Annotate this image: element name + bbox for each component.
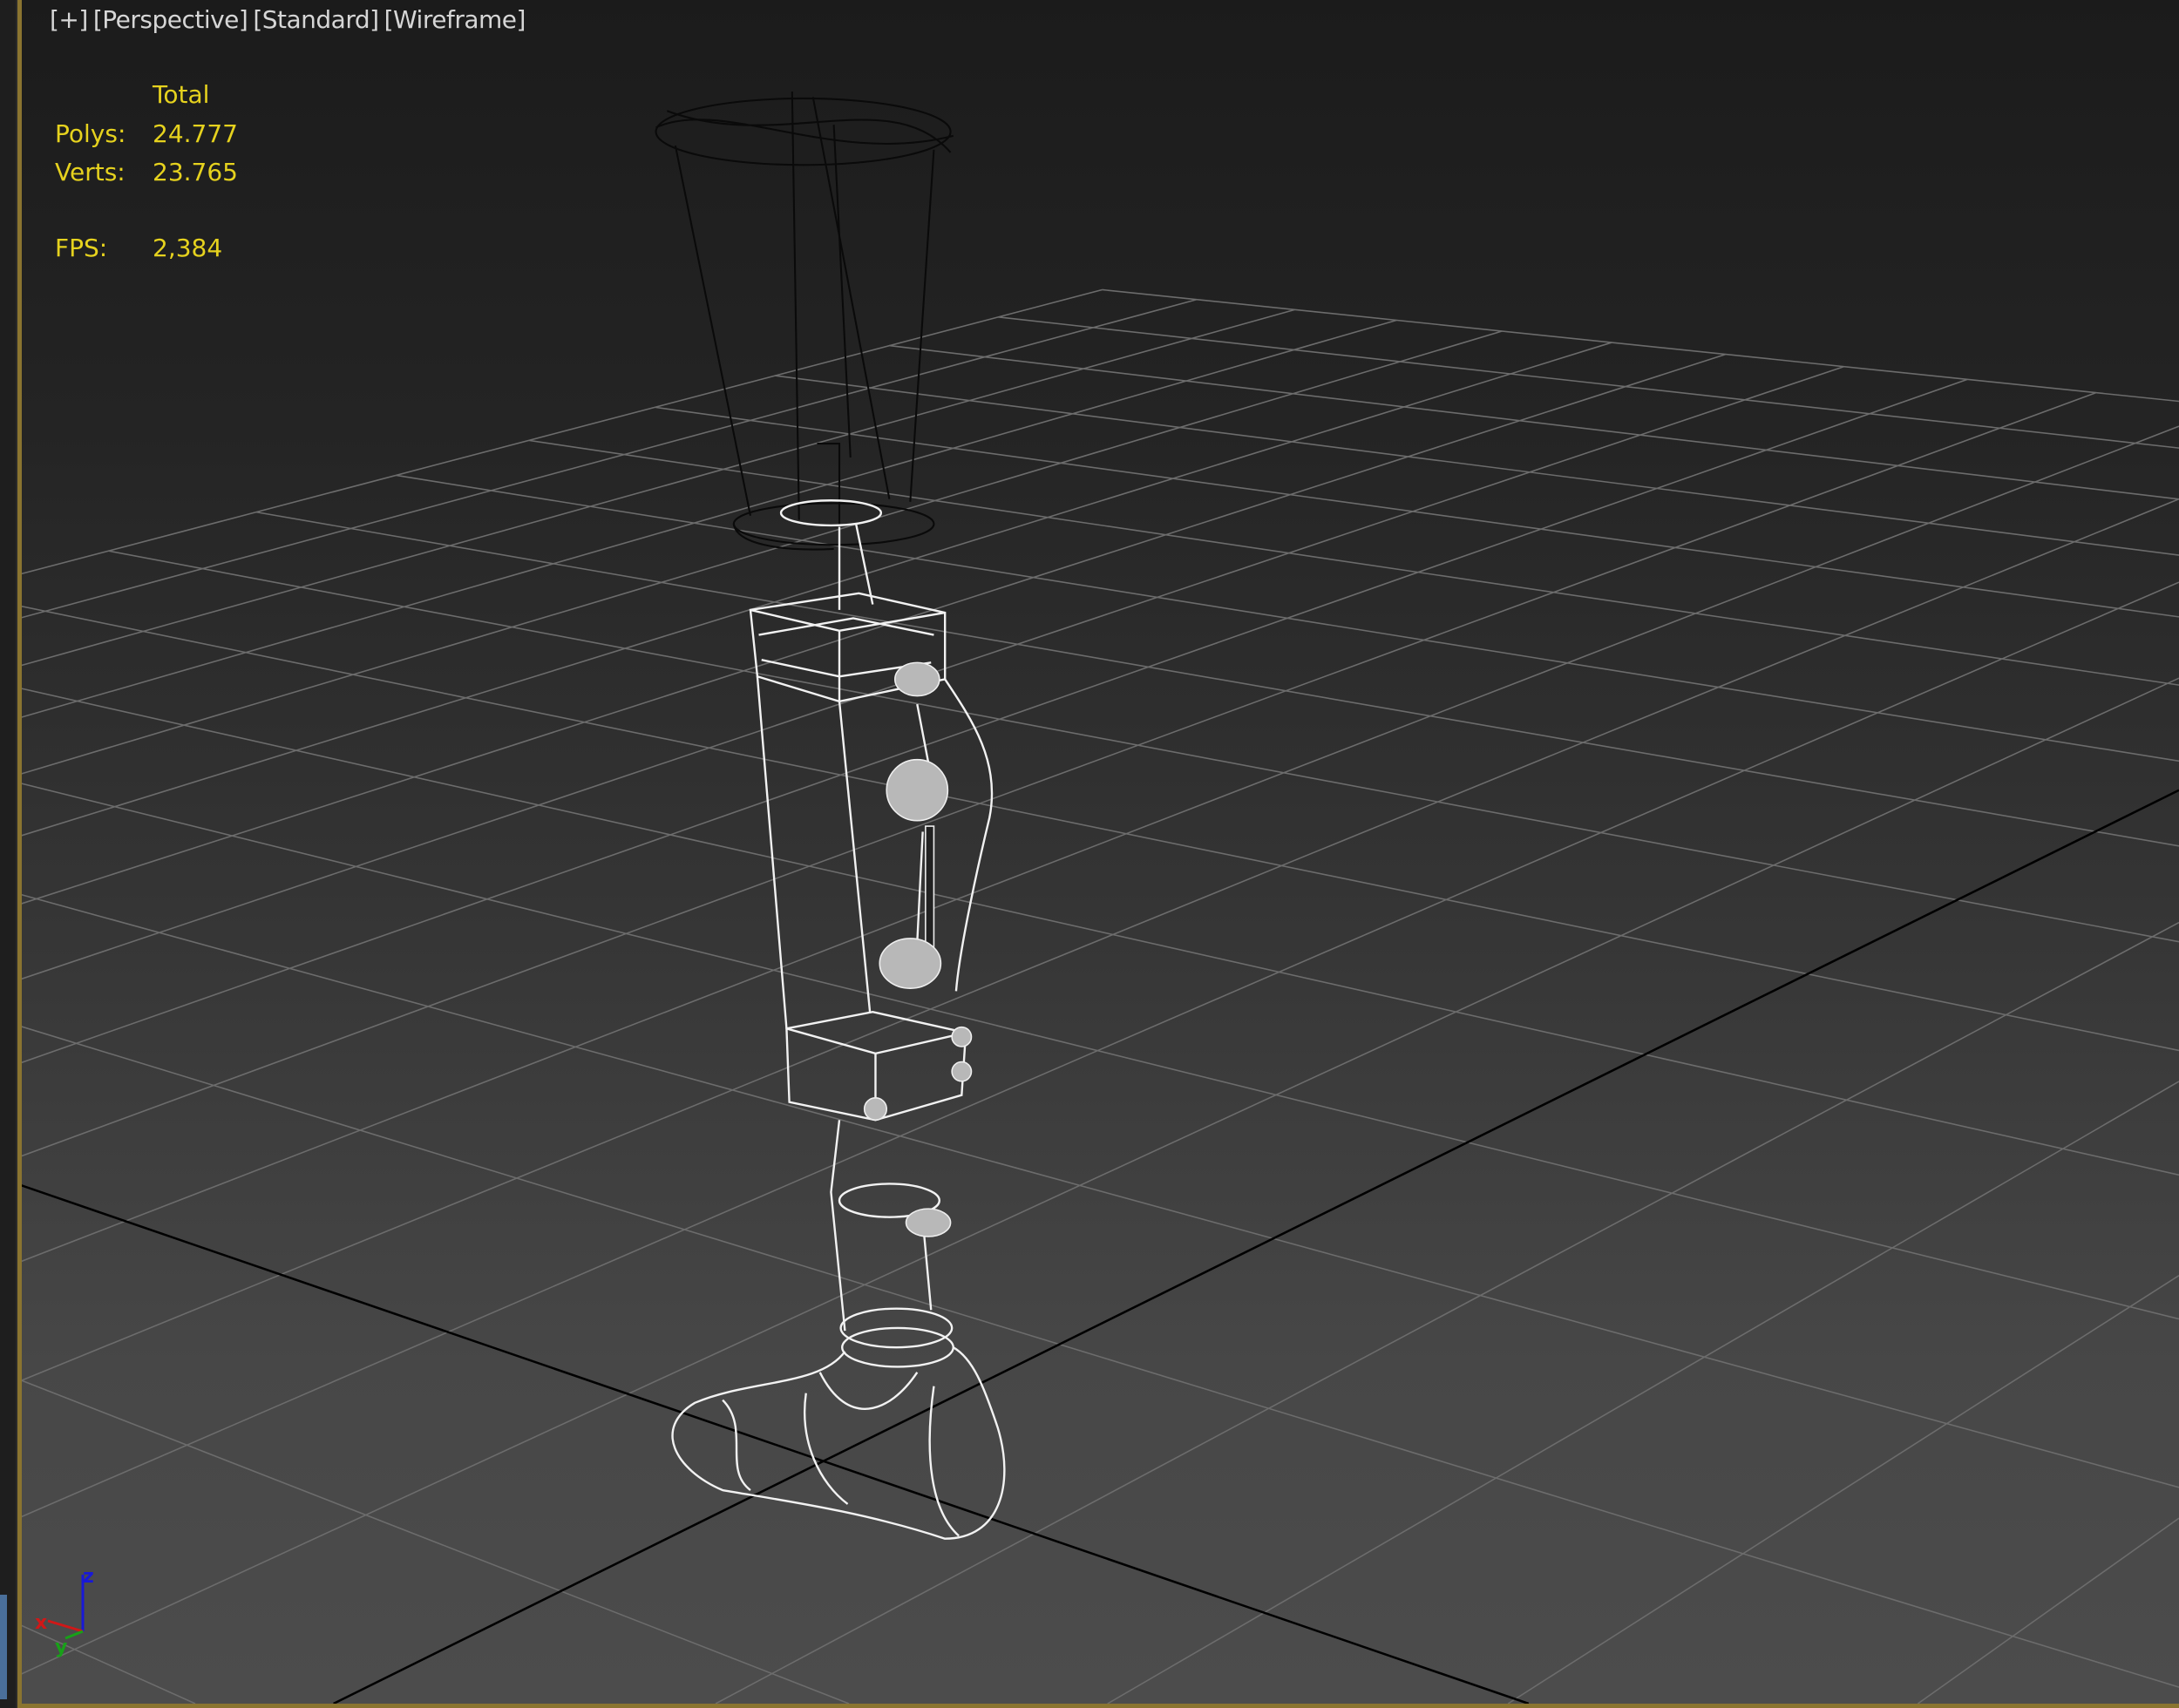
grid-line <box>22 894 2179 1488</box>
verts-label: Verts: <box>55 158 126 186</box>
scene-canvas[interactable] <box>17 0 2179 1704</box>
grid-line <box>22 677 2179 1675</box>
grid-line <box>255 511 2179 847</box>
grid-line <box>22 425 2179 1263</box>
grid-line <box>1102 288 2179 403</box>
viewport-label-menu: [+] [Perspective] [Standard] [Wireframe] <box>50 5 531 34</box>
grid-line <box>889 344 2179 500</box>
grid-line <box>22 581 2179 1518</box>
fps-value: 2,384 <box>153 234 223 262</box>
y-axis-line <box>64 1630 84 1640</box>
grid-line <box>22 783 2179 1320</box>
grid-line <box>22 1026 2179 1688</box>
grid-line <box>22 391 2097 1157</box>
socket-mesh <box>655 91 954 555</box>
grid-line <box>22 308 1295 667</box>
polys-label: Polys: <box>55 119 126 148</box>
verts-value: 23.765 <box>153 158 238 186</box>
grid-line <box>22 498 2179 1381</box>
grid-line <box>528 439 2179 686</box>
grid-line <box>1107 1081 2179 1704</box>
grid-line <box>22 353 1726 905</box>
grid-world-axes <box>22 789 2179 1704</box>
viewport-general-menu[interactable]: [+] <box>50 5 88 34</box>
viewport-point-of-view-menu[interactable]: [Perspective] <box>93 5 248 34</box>
grid-line <box>108 550 2179 943</box>
grid-line <box>22 688 2179 1176</box>
x-axis-line <box>47 1619 84 1633</box>
y-axis-label: y <box>55 1637 68 1658</box>
z-axis-label: z <box>83 1566 94 1588</box>
stats-header: Total <box>153 80 210 109</box>
pylon-frame-mesh <box>671 499 1006 1540</box>
viewport-shading-preset-menu[interactable]: [Standard] <box>253 5 379 34</box>
x-axis-label: x <box>35 1612 48 1634</box>
viewport-visual-style-menu[interactable]: [Wireframe] <box>384 5 526 34</box>
grid-line <box>22 342 1612 837</box>
fps-label: FPS: <box>55 234 108 262</box>
joint-components <box>863 661 973 1237</box>
grid-line <box>22 288 1103 575</box>
home-grid <box>22 288 2179 1704</box>
grid-line <box>396 474 2179 762</box>
perspective-viewport[interactable]: [+] [Perspective] [Standard] [Wireframe] To… <box>17 0 2179 1708</box>
grid-line <box>655 406 2179 618</box>
left-panel-edge <box>0 0 16 1708</box>
grid-line <box>775 375 2179 556</box>
panel-tab <box>0 1595 7 1699</box>
polys-value: 24.777 <box>153 119 238 148</box>
grid-line <box>1507 1274 2179 1704</box>
